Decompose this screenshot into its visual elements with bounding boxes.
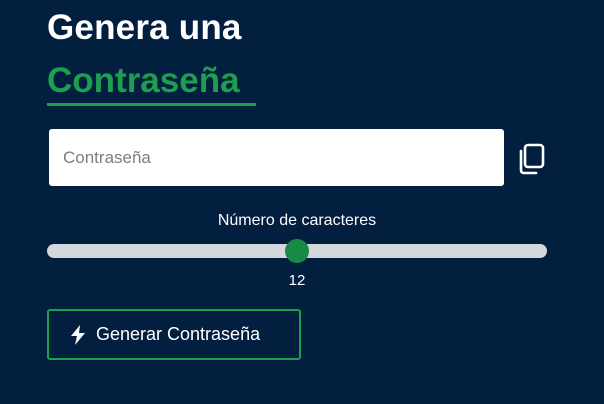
bolt-icon bbox=[69, 324, 87, 345]
page-title: Genera una bbox=[47, 8, 242, 47]
length-slider-thumb[interactable] bbox=[285, 239, 309, 263]
page-title-highlight: Contraseña bbox=[47, 61, 240, 100]
length-label: Número de caracteres bbox=[217, 212, 377, 229]
generate-password-button[interactable]: Generar Contraseña bbox=[47, 309, 301, 360]
password-input[interactable] bbox=[49, 129, 504, 186]
title-underline bbox=[47, 103, 256, 106]
copy-button[interactable] bbox=[513, 141, 549, 177]
copy-icon bbox=[514, 142, 548, 176]
length-value: 12 bbox=[288, 272, 306, 289]
generate-button-label: Generar Contraseña bbox=[96, 324, 261, 344]
